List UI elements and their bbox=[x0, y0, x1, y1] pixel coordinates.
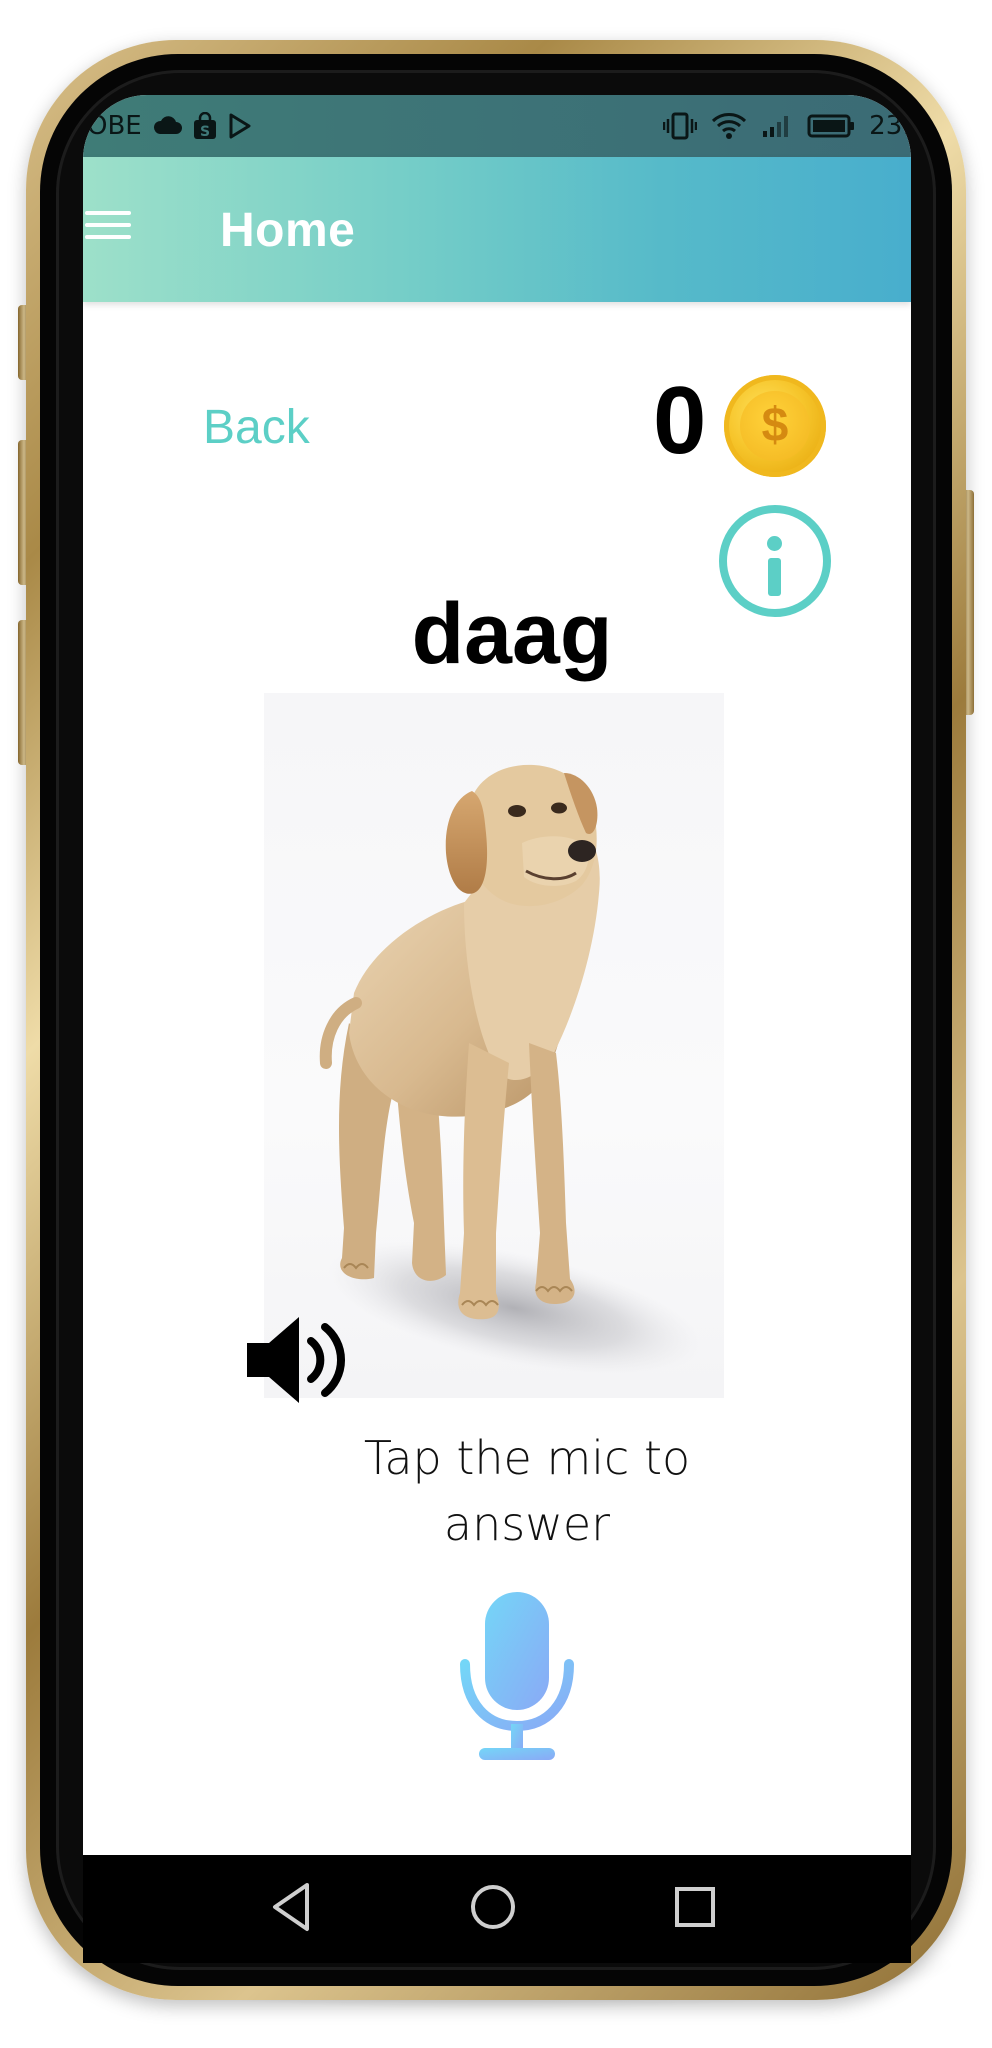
page-title: Home bbox=[220, 204, 356, 257]
vibrate-icon bbox=[663, 112, 698, 140]
system-nav-bar bbox=[83, 1855, 911, 1963]
coin-symbol: $ bbox=[740, 391, 810, 461]
play-store-icon bbox=[229, 113, 251, 139]
phone-screen: OBE S 23: Home Back 0 $ daag Tap the mic… bbox=[83, 95, 911, 1855]
cloud-icon bbox=[153, 116, 182, 134]
status-bar: OBE S 23: bbox=[83, 95, 911, 157]
instruction-line-2: answer bbox=[443, 1497, 611, 1551]
shopping-bag-icon: S bbox=[193, 112, 216, 140]
nav-back-icon[interactable] bbox=[263, 1877, 323, 1937]
instruction-text: Tap the mic to answer bbox=[83, 1425, 911, 1557]
hamburger-menu-icon[interactable] bbox=[85, 207, 133, 243]
nav-home-icon[interactable] bbox=[463, 1877, 523, 1937]
dog-image bbox=[319, 764, 701, 1375]
instruction-line-1: Tap the mic to bbox=[363, 1431, 691, 1485]
phone-frame: OBE S 23: Home Back 0 $ daag Tap the mic… bbox=[0, 0, 992, 2048]
microphone-icon[interactable] bbox=[457, 1592, 577, 1762]
battery-icon bbox=[807, 114, 855, 138]
status-right: 23: bbox=[663, 111, 911, 141]
svg-text:S: S bbox=[200, 124, 210, 140]
back-button[interactable]: Back bbox=[203, 400, 310, 455]
speaker-icon[interactable] bbox=[241, 1305, 351, 1415]
signal-icon bbox=[763, 116, 789, 137]
word-picture bbox=[264, 693, 724, 1398]
target-word: daag bbox=[411, 586, 613, 682]
wifi-icon bbox=[712, 113, 747, 139]
status-left: OBE S bbox=[87, 111, 252, 141]
status-app-text: OBE bbox=[87, 111, 142, 141]
status-time: 23: bbox=[869, 111, 911, 141]
coin-count: 0 bbox=[653, 367, 707, 474]
nav-recent-apps-icon[interactable] bbox=[665, 1877, 725, 1937]
app-bar: Home bbox=[83, 157, 911, 302]
info-icon-dot bbox=[767, 536, 782, 551]
coin-icon: $ bbox=[724, 375, 826, 477]
